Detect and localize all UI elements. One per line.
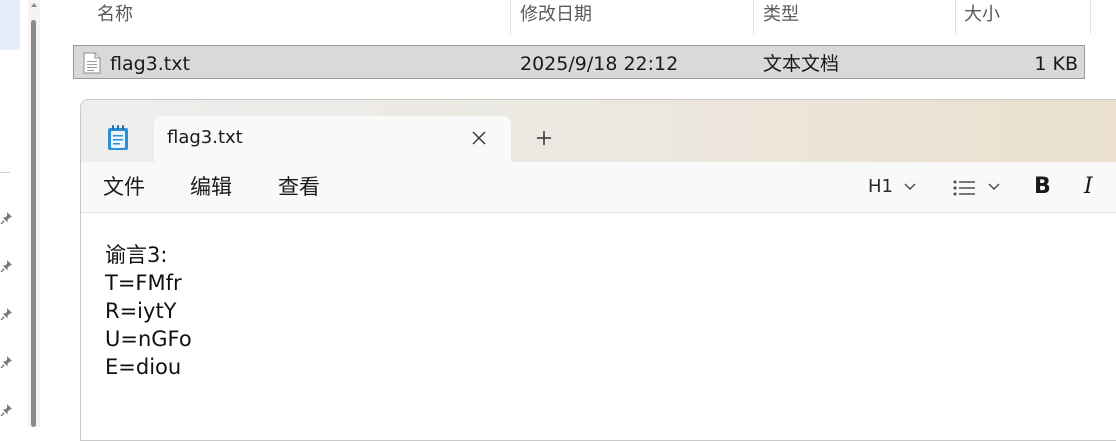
nav-divider [0,172,10,173]
menu-view[interactable]: 查看 [278,174,320,200]
column-divider[interactable] [510,0,511,34]
text-line: E=diou [105,355,182,379]
new-tab-button[interactable] [533,127,555,149]
list-icon[interactable] [953,180,975,196]
tab-flag3[interactable]: flag3.txt [154,116,511,162]
scrollbar-thumb[interactable] [31,20,36,427]
chevron-down-icon[interactable] [988,183,1000,191]
title-bar[interactable]: flag3.txt [81,100,1116,162]
column-divider[interactable] [955,0,956,34]
notepad-icon [108,125,128,150]
column-divider[interactable] [753,0,754,34]
notepad-window: flag3.txt 文件 编辑 查看 H1 B I 谕言3: T=FMfr R=… [80,99,1116,441]
close-icon[interactable] [468,127,490,149]
column-header-size[interactable]: 大小 [964,0,1000,34]
column-header-type[interactable]: 类型 [763,0,799,34]
column-divider[interactable] [1090,0,1091,34]
nav-selected-item[interactable] [0,0,20,50]
text-line: T=FMfr [105,271,182,295]
bold-button[interactable]: B [1034,173,1051,201]
text-line: U=nGFo [105,327,192,351]
file-row[interactable]: flag3.txt 2025/9/18 22:12 文本文档 1 KB [73,45,1085,79]
file-name: flag3.txt [110,53,190,75]
text-editor[interactable]: 谕言3: T=FMfr R=iytY U=nGFo E=diou [81,213,1116,440]
pin-icon[interactable] [0,307,14,321]
file-size: 1 KB [1034,53,1078,75]
navigation-pane [0,0,22,427]
menu-edit[interactable]: 编辑 [190,174,232,200]
pin-icon[interactable] [0,403,14,417]
pin-icon[interactable] [0,211,14,225]
menu-file[interactable]: 文件 [103,174,145,200]
text-line: 谕言3: [105,243,168,267]
italic-button[interactable]: I [1084,173,1093,201]
column-header-name[interactable]: 名称 [97,0,133,34]
file-modified: 2025/9/18 22:12 [520,53,679,75]
menu-bar: 文件 编辑 查看 H1 B I [81,162,1116,213]
pin-icon[interactable] [0,259,14,273]
text-file-icon [83,52,101,74]
pin-icon[interactable] [0,355,14,369]
tab-title: flag3.txt [167,127,243,148]
chevron-down-icon[interactable] [904,183,916,191]
column-header-modified[interactable]: 修改日期 [520,0,592,34]
file-type: 文本文档 [763,53,840,75]
chevron-up-icon[interactable] [30,1,38,9]
text-line: R=iytY [105,299,177,323]
heading-dropdown[interactable]: H1 [868,176,893,198]
